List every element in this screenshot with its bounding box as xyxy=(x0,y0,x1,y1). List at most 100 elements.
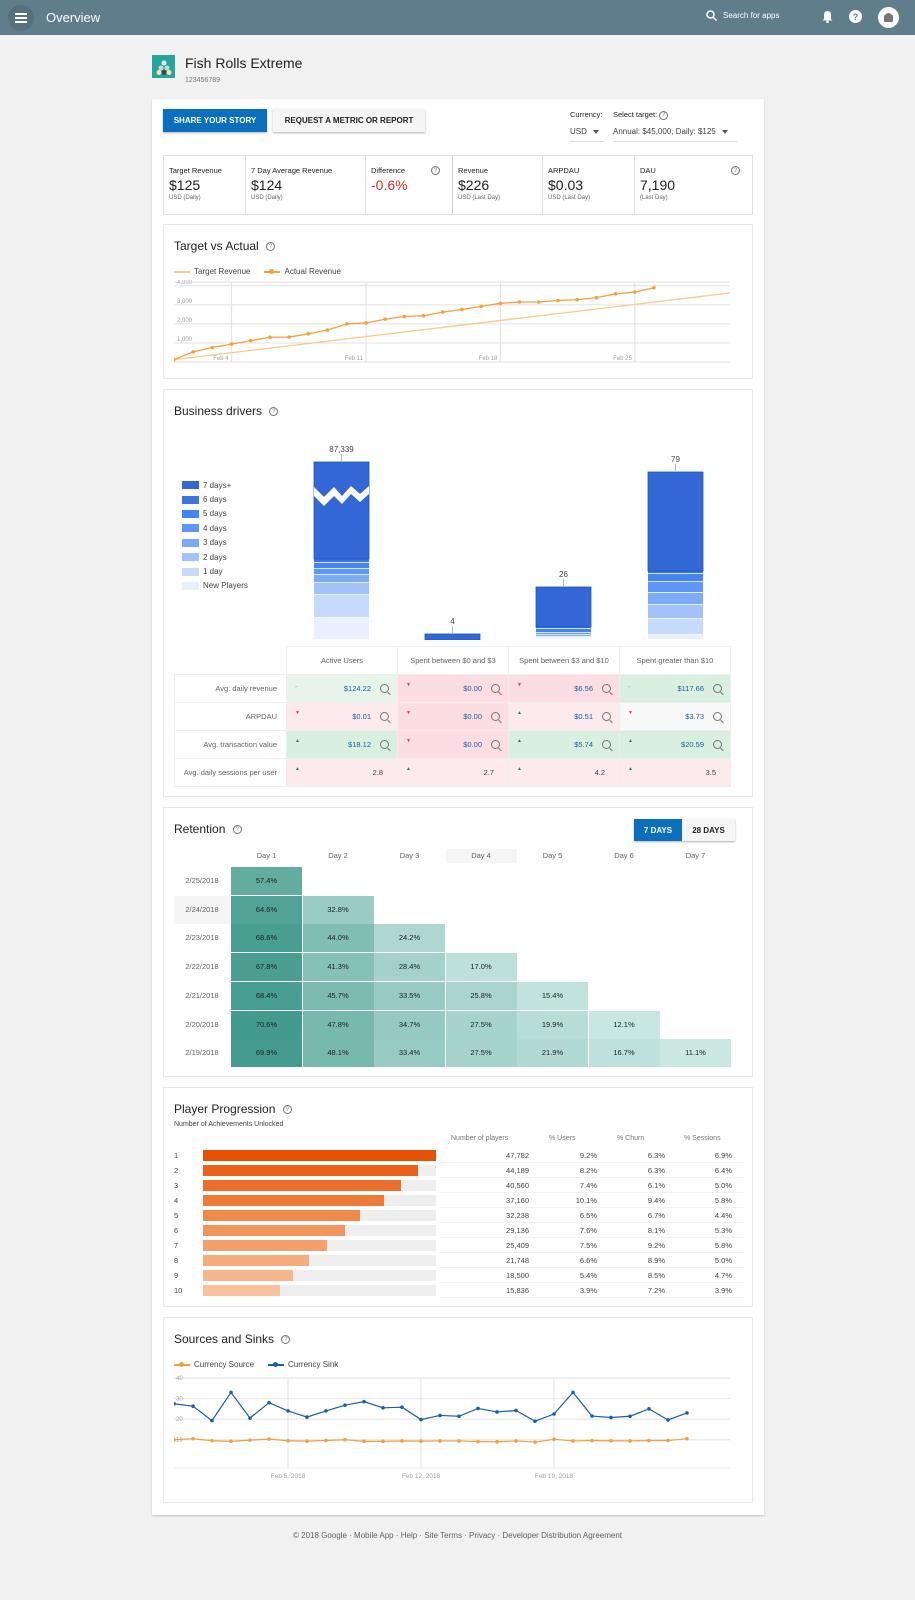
trend-up-icon: ▲ xyxy=(517,766,522,772)
magnify-icon[interactable] xyxy=(380,740,389,749)
kpi-sub: USD (Last Day) xyxy=(548,195,591,201)
magnify-icon[interactable] xyxy=(713,684,722,693)
help-icon[interactable]: ? xyxy=(431,166,440,175)
progression-cell: 6.3% xyxy=(647,1166,665,1175)
help-icon[interactable]: ? xyxy=(269,407,279,417)
currency-sink-point xyxy=(476,1406,480,1411)
card-title: Business drivers ? xyxy=(174,404,279,418)
retention-cell: 33.5% xyxy=(374,981,445,1010)
x-tick-label: Feb 18 xyxy=(479,356,498,362)
retention-card: Retention ? 7 DAYS 28 DAYS Day 1 Day 2 Day… xyxy=(163,807,753,1077)
actual-revenue-point xyxy=(191,350,195,354)
help-icon[interactable]: ? xyxy=(731,166,740,175)
x-tick-label: Feb 11 xyxy=(345,356,364,362)
help-icon[interactable]: ? xyxy=(659,110,669,120)
search-apps[interactable]: Search for apps xyxy=(706,10,779,21)
legend-swatch xyxy=(182,553,199,562)
magnify-icon[interactable] xyxy=(491,684,500,693)
kpi-target-revenue: Target Revenue $125 USD (Daily) xyxy=(164,156,246,214)
kpi-value: $226 xyxy=(458,177,490,193)
help-icon[interactable]: ? xyxy=(282,1105,292,1115)
progress-bar xyxy=(203,1210,361,1221)
legend-target-revenue[interactable]: Target Revenue xyxy=(174,267,250,276)
chevron-down-icon xyxy=(592,129,599,134)
menu-button[interactable] xyxy=(8,4,34,31)
metric-value: $124.22 xyxy=(343,684,371,693)
progress-track xyxy=(203,1255,436,1266)
retention-cohort-date: 2/22/2018 xyxy=(185,962,219,972)
legend-swatch xyxy=(182,524,199,533)
card-title-text: Retention xyxy=(174,822,226,836)
legend-currency-sink[interactable]: Currency Sink xyxy=(268,1360,338,1369)
magnify-icon[interactable] xyxy=(602,740,611,749)
metric-cell: ▲ 4.2 xyxy=(508,758,620,787)
bar-segment xyxy=(648,635,703,640)
footer-links[interactable]: © 2018 Google · Mobile App · Help · Site… xyxy=(0,1531,915,1540)
magnify-icon[interactable] xyxy=(602,684,611,693)
search-icon xyxy=(706,10,717,21)
magnify-icon[interactable] xyxy=(491,740,500,749)
share-your-story-button[interactable]: SHARE YOUR STORY xyxy=(163,109,267,132)
retention-cell: 70.6% xyxy=(231,1010,302,1039)
progression-cell: 4.7% xyxy=(714,1271,732,1280)
magnify-icon[interactable] xyxy=(602,712,611,721)
legend-item: New Players xyxy=(182,579,248,593)
currency-value: USD xyxy=(570,127,587,136)
help-icon[interactable]: ? xyxy=(266,242,276,252)
legend-actual-revenue[interactable]: Actual Revenue xyxy=(264,267,341,276)
bar-segment xyxy=(425,634,480,640)
currency-source-point xyxy=(248,1438,252,1442)
actual-revenue-point xyxy=(498,301,503,306)
toggle-7-days[interactable]: 7 DAYS xyxy=(634,819,682,841)
retention-cell: 11.1% xyxy=(660,1039,731,1068)
magnify-icon[interactable] xyxy=(380,684,389,693)
metric-cell: ▲ 2.8 xyxy=(286,758,398,787)
currency-select[interactable]: USD xyxy=(570,127,604,142)
progression-cell: 8.9% xyxy=(647,1256,665,1265)
y-tick-label: 40 xyxy=(176,1376,183,1382)
metric-value: 2.7 xyxy=(483,768,494,777)
help-icon[interactable]: ? xyxy=(849,10,862,23)
progression-row: 8 21,748 6.6% 8.9% 5.0% xyxy=(174,1254,744,1269)
achievement-level: 6 xyxy=(174,1226,179,1235)
help-icon[interactable]: ? xyxy=(232,825,242,835)
legend-currency-source[interactable]: Currency Source xyxy=(174,1360,254,1369)
y-tick-label: 20 xyxy=(176,1417,183,1423)
currency-source-point xyxy=(191,1436,195,1441)
currency-sink-point xyxy=(324,1409,328,1413)
kpi-7day-average: 7 Day Average Revenue $124 USD (Daily) xyxy=(246,156,366,214)
actual-revenue-point xyxy=(421,313,426,318)
progress-bar xyxy=(203,1225,346,1236)
account-avatar[interactable] xyxy=(878,7,899,28)
bar-total-label: 26 xyxy=(559,570,568,579)
progression-cell: 5.3% xyxy=(714,1226,732,1235)
actual-revenue-point xyxy=(383,317,387,321)
retention-cell: 32.8% xyxy=(302,895,374,924)
row-header: Avg. transaction value xyxy=(174,730,287,759)
progression-cell: 6.3% xyxy=(647,1151,665,1160)
progress-bar xyxy=(203,1180,401,1191)
magnify-icon[interactable] xyxy=(380,712,389,721)
progression-cell: 3.9% xyxy=(579,1286,597,1295)
currency-sink-point xyxy=(267,1400,271,1405)
target-select[interactable]: Annual: $45,000, Daily: $125 xyxy=(613,127,737,142)
magnify-icon[interactable] xyxy=(713,740,722,749)
app-icon xyxy=(152,55,175,78)
request-metric-button[interactable]: REQUEST A METRIC OR REPORT xyxy=(273,109,425,132)
retention-cell: 67.8% xyxy=(231,953,302,982)
progression-row: 9 18,500 5.4% 8.5% 4.7% xyxy=(174,1269,744,1284)
kpi-label: ARPDAU xyxy=(548,166,580,175)
magnify-icon[interactable] xyxy=(491,712,500,721)
card-title-text: Target vs Actual xyxy=(174,239,259,253)
sources-sinks-chart: 10 20 30 40 Feb 5, 2018 Feb 12, 2018 Feb 19, 2… xyxy=(174,1376,730,1480)
progression-cell: 9.4% xyxy=(647,1196,665,1205)
progress-bar xyxy=(203,1255,310,1266)
metric-value: $6.56 xyxy=(574,684,593,693)
progression-cell: 18,500 xyxy=(506,1271,529,1280)
legend-item: 3 days xyxy=(182,536,248,550)
help-icon[interactable]: ? xyxy=(281,1335,291,1345)
toggle-28-days[interactable]: 28 DAYS xyxy=(682,819,735,841)
bell-icon[interactable] xyxy=(822,10,833,23)
magnify-icon[interactable] xyxy=(713,712,722,721)
card-title: Target vs Actual ? xyxy=(174,239,276,253)
